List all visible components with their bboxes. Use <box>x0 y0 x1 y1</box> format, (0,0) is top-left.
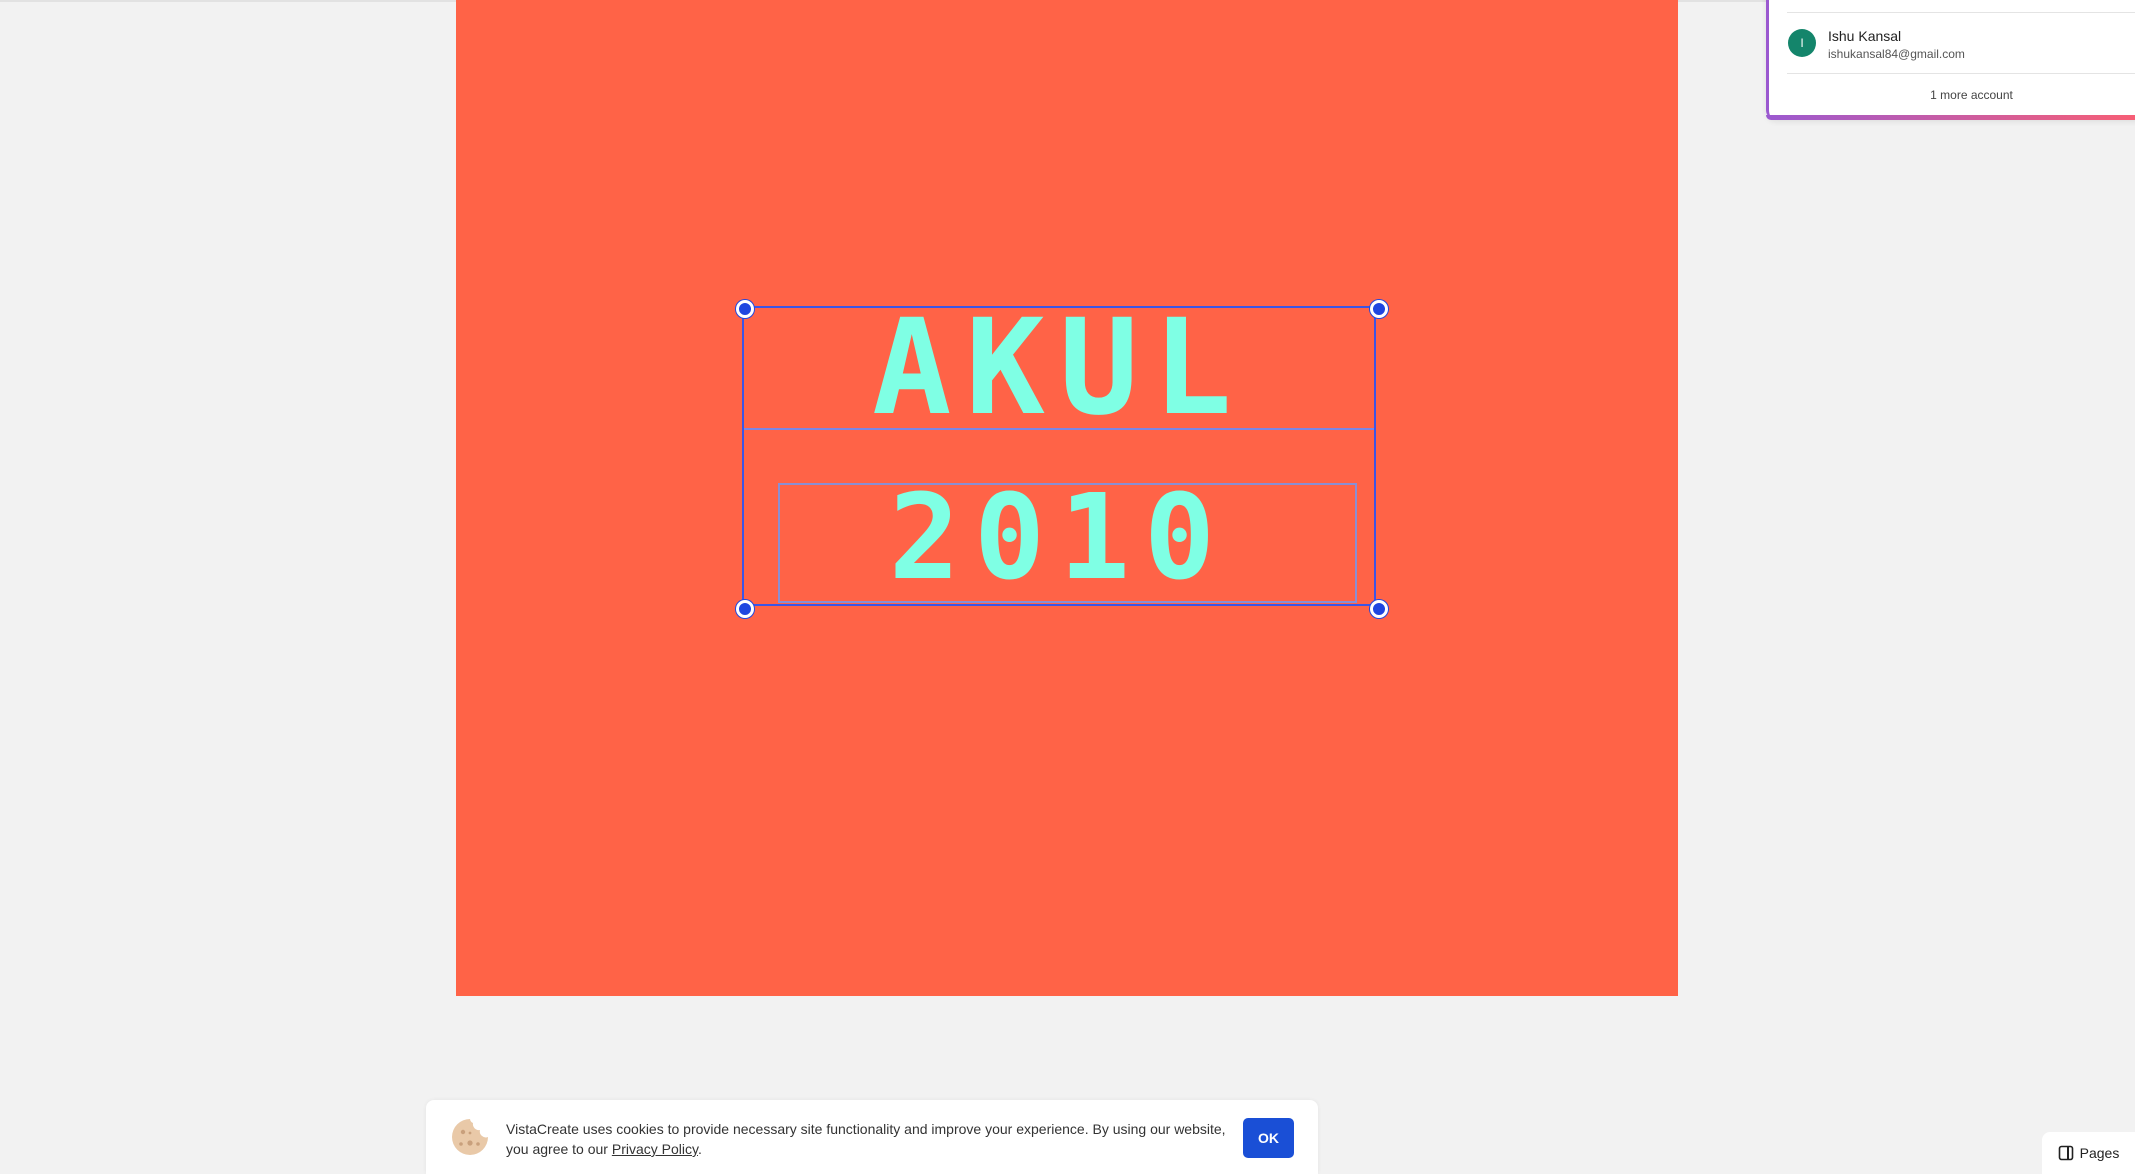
cookie-text-suffix: . <box>697 1141 702 1157</box>
pages-button[interactable]: Pages <box>2042 1132 2135 1174</box>
account-email[interactable]: ishukansal84@gmail.com <box>1828 47 1965 61</box>
resize-handle-bottom-right[interactable] <box>1370 600 1388 618</box>
inner-element-outline <box>778 483 1357 603</box>
cookie-ok-button[interactable]: OK <box>1243 1118 1294 1158</box>
avatar[interactable]: I <box>1788 29 1816 57</box>
privacy-policy-link[interactable]: Privacy Policy <box>612 1141 698 1157</box>
account-menu: I Ishu Kansal ishukansal84@gmail.com 1 m… <box>1766 0 2135 120</box>
divider <box>1787 73 2135 74</box>
selection-divider <box>744 428 1374 430</box>
more-accounts-link[interactable]: 1 more account <box>1769 88 2135 102</box>
panel-icon <box>2058 1145 2073 1161</box>
cookie-banner: VistaCreate uses cookies to provide nece… <box>426 1100 1318 1174</box>
resize-handle-top-left[interactable] <box>736 300 754 318</box>
cookie-message: VistaCreate uses cookies to provide nece… <box>506 1119 1226 1159</box>
resize-handle-bottom-left[interactable] <box>736 600 754 618</box>
pages-label: Pages <box>2079 1145 2120 1161</box>
card-accent-bar <box>1766 115 2135 120</box>
resize-handle-top-right[interactable] <box>1370 300 1388 318</box>
account-name[interactable]: Ishu Kansal <box>1828 28 1901 44</box>
cookie-icon <box>452 1119 488 1155</box>
divider <box>1787 12 2135 13</box>
